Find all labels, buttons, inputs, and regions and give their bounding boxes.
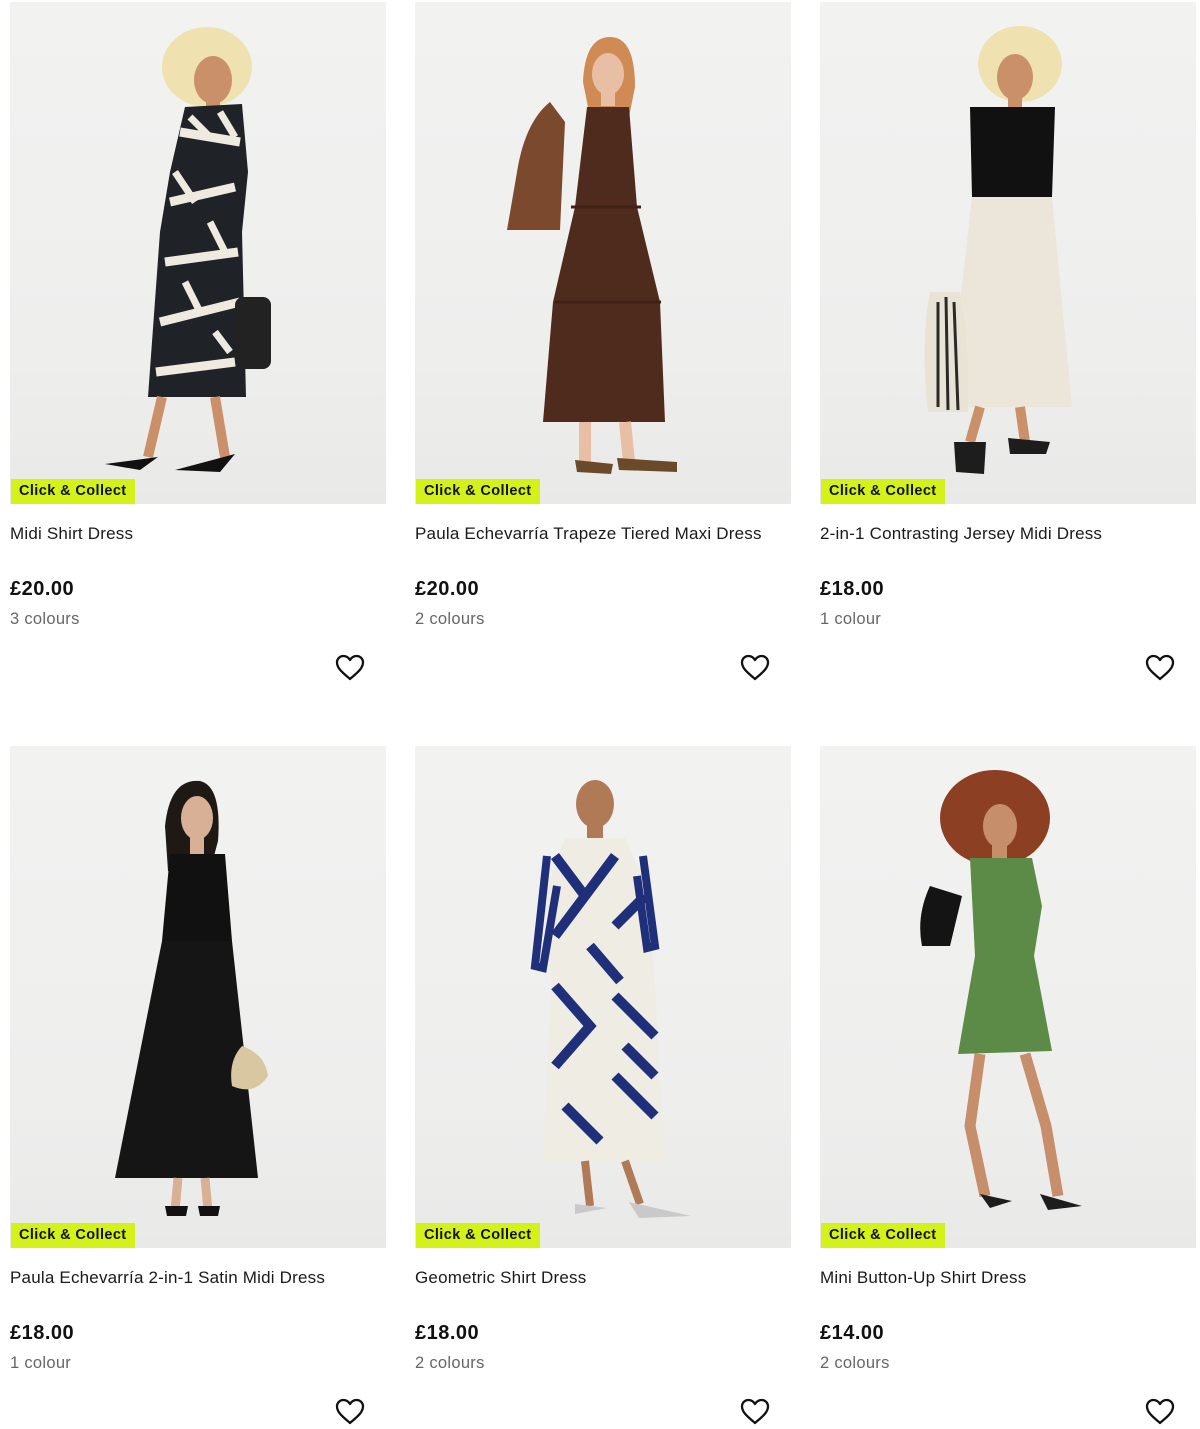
- product-price: £20.00: [10, 578, 75, 600]
- product-card[interactable]: Click & Collect Midi Shirt Dress £20.00 …: [10, 2, 386, 681]
- wishlist-button[interactable]: [1144, 1396, 1176, 1428]
- product-image[interactable]: Click & Collect: [10, 746, 386, 1248]
- product-card[interactable]: Click & Collect Mini Button-Up Shirt Dre…: [820, 746, 1196, 1425]
- product-image[interactable]: Click & Collect: [415, 2, 791, 504]
- product-image[interactable]: Click & Collect: [820, 746, 1196, 1248]
- product-colours: 2 colours: [820, 1354, 890, 1372]
- heart-outline-icon: [335, 654, 365, 681]
- model-photo: [920, 770, 1082, 1210]
- heart-outline-icon: [740, 1398, 770, 1425]
- product-colours: 1 colour: [10, 1354, 72, 1372]
- wishlist-button[interactable]: [739, 1396, 771, 1428]
- product-card[interactable]: Click & Collect Geometric Shirt Dress £1…: [415, 746, 791, 1425]
- model-photo: [924, 26, 1072, 474]
- model-photo: [105, 27, 271, 472]
- heart-outline-icon: [740, 654, 770, 681]
- product-colours: 2 colours: [415, 610, 485, 628]
- product-card[interactable]: Click & Collect 2-in-1 Contrasting Jerse…: [820, 2, 1196, 681]
- product-price: £14.00: [820, 1322, 885, 1344]
- product-name[interactable]: Mini Button-Up Shirt Dress: [820, 1268, 1026, 1288]
- click-collect-badge: Click & Collect: [11, 1223, 135, 1248]
- product-name[interactable]: Geometric Shirt Dress: [415, 1268, 586, 1288]
- wishlist-button[interactable]: [739, 652, 771, 684]
- product-card[interactable]: Click & Collect Paula Echevarría 2-in-1 …: [10, 746, 386, 1425]
- product-price: £20.00: [415, 578, 480, 600]
- wishlist-button[interactable]: [334, 1396, 366, 1428]
- product-name[interactable]: Midi Shirt Dress: [10, 524, 133, 544]
- product-price: £18.00: [415, 1322, 480, 1344]
- product-colours: 3 colours: [10, 610, 80, 628]
- click-collect-badge: Click & Collect: [11, 479, 135, 504]
- product-name[interactable]: Paula Echevarría Trapeze Tiered Maxi Dre…: [415, 524, 762, 544]
- model-photo: [115, 780, 268, 1216]
- product-image[interactable]: Click & Collect: [10, 2, 386, 504]
- product-image[interactable]: Click & Collect: [415, 746, 791, 1248]
- product-price: £18.00: [10, 1322, 75, 1344]
- click-collect-badge: Click & Collect: [821, 1223, 945, 1248]
- wishlist-button[interactable]: [1144, 652, 1176, 684]
- product-colours: 2 colours: [415, 1354, 485, 1372]
- click-collect-badge: Click & Collect: [821, 479, 945, 504]
- product-card[interactable]: Click & Collect Paula Echevarría Trapeze…: [415, 2, 791, 681]
- product-grid: Click & Collect Midi Shirt Dress £20.00 …: [0, 0, 1200, 1429]
- heart-outline-icon: [335, 1398, 365, 1425]
- heart-outline-icon: [1145, 1398, 1175, 1425]
- heart-outline-icon: [1145, 654, 1175, 681]
- wishlist-button[interactable]: [334, 652, 366, 684]
- product-name[interactable]: Paula Echevarría 2-in-1 Satin Midi Dress: [10, 1268, 325, 1288]
- product-name[interactable]: 2-in-1 Contrasting Jersey Midi Dress: [820, 524, 1102, 544]
- product-colours: 1 colour: [820, 610, 882, 628]
- product-price: £18.00: [820, 578, 885, 600]
- click-collect-badge: Click & Collect: [416, 479, 540, 504]
- model-photo: [507, 37, 677, 474]
- click-collect-badge: Click & Collect: [416, 1223, 540, 1248]
- model-photo: [530, 780, 691, 1218]
- product-image[interactable]: Click & Collect: [820, 2, 1196, 504]
